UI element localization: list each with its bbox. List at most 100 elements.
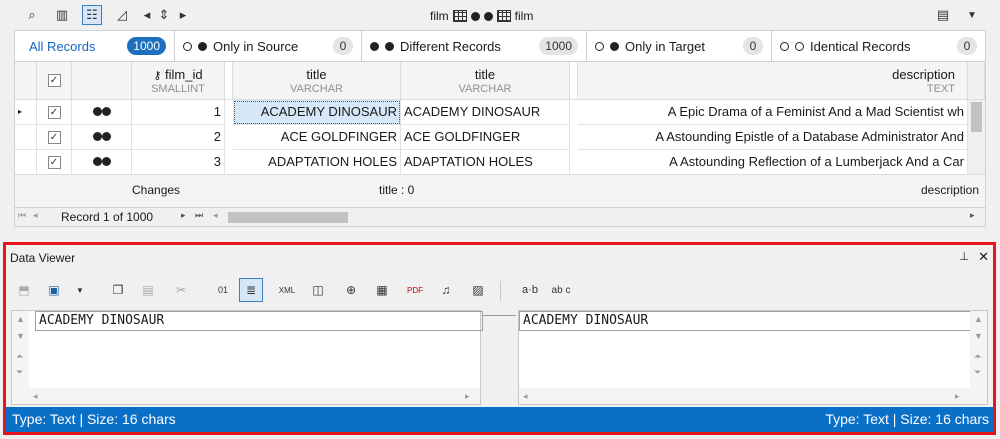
- tab-only-in-target[interactable]: Only in Target 0: [587, 31, 772, 61]
- source-value-text[interactable]: ACADEMY DINOSAUR: [35, 311, 483, 331]
- scroll-down-icon[interactable]: ▼: [16, 331, 25, 341]
- scroll-right-icon[interactable]: ▸: [970, 210, 975, 221]
- scroll-prev-diff-icon[interactable]: ⏶: [974, 351, 981, 362]
- cell-title-target[interactable]: ADAPTATION HOLES: [401, 150, 570, 175]
- source-table-name: film: [430, 9, 449, 23]
- scroll-left-icon[interactable]: ◂: [523, 391, 528, 402]
- cut-icon[interactable]: ✂: [169, 278, 193, 302]
- hollow-dot-icon: [780, 41, 789, 51]
- checkbox-icon[interactable]: ✓: [47, 106, 61, 120]
- filled-dot-icon: [92, 107, 102, 116]
- tab-all-records[interactable]: All Records 1000: [15, 31, 175, 61]
- cell-title-source[interactable]: ACADEMY DINOSAUR: [233, 100, 401, 125]
- close-icon[interactable]: ✕: [978, 249, 989, 265]
- next-record-icon[interactable]: ▸: [181, 210, 186, 221]
- cell-film-id[interactable]: 1: [132, 100, 225, 125]
- checkbox-icon[interactable]: ✓: [47, 74, 61, 87]
- pdf-view-icon[interactable]: PDF: [403, 278, 427, 302]
- scroll-next-diff-icon[interactable]: ⏷: [16, 367, 23, 378]
- rich-text-icon[interactable]: ▦: [370, 278, 394, 302]
- check-all-header[interactable]: ✓: [37, 62, 72, 100]
- vertical-scrollbar[interactable]: ▲ ▼ ⏶ ⏷: [12, 311, 29, 404]
- slash-box-icon[interactable]: ◿: [112, 5, 132, 25]
- text-format-icon[interactable]: ab c: [549, 278, 573, 302]
- filled-dot-icon: [101, 157, 111, 166]
- cell-title-target[interactable]: ACADEMY DINOSAUR: [401, 100, 570, 125]
- scroll-left-icon[interactable]: ◂: [213, 210, 218, 221]
- hollow-dot-icon: [183, 41, 192, 51]
- json-view-icon[interactable]: ◫: [306, 278, 330, 302]
- row-checkbox[interactable]: ✓: [37, 150, 72, 175]
- checkbox-icon[interactable]: ✓: [47, 131, 61, 145]
- target-value-text[interactable]: ACADEMY DINOSAUR: [519, 311, 971, 331]
- text-compare-icon[interactable]: ⌕: [22, 5, 42, 25]
- status-header: [72, 62, 132, 100]
- cell-description[interactable]: A Astounding Reflection of a Lumberjack …: [578, 150, 968, 175]
- column-header-film-id[interactable]: ⚷ film_id SMALLINT: [132, 62, 225, 100]
- column-header-title-source[interactable]: title VARCHAR: [233, 62, 401, 100]
- last-record-icon[interactable]: ⏭: [195, 210, 203, 221]
- scroll-down-icon[interactable]: ▼: [974, 331, 983, 341]
- scroll-up-icon[interactable]: ▲: [974, 314, 983, 324]
- open-file-icon[interactable]: ⬒: [12, 278, 36, 302]
- filter-tabs: All Records 1000 Only in Source 0 Differ…: [14, 30, 986, 62]
- vertical-scrollbar[interactable]: [968, 100, 985, 174]
- scroll-next-diff-icon[interactable]: ⏷: [974, 367, 981, 378]
- cell-title-source[interactable]: ADAPTATION HOLES: [233, 150, 401, 175]
- next-icon[interactable]: ▸: [173, 5, 193, 25]
- source-value-pane[interactable]: ▲ ▼ ⏶ ⏷ ACADEMY DINOSAUR ◂ ▸: [11, 310, 483, 405]
- tree-view-icon[interactable]: ☷: [82, 5, 102, 25]
- diff-status: [72, 150, 132, 175]
- row-checkbox[interactable]: ✓: [37, 100, 72, 125]
- save-dropdown-icon[interactable]: ▼: [68, 278, 92, 302]
- target-value-pane[interactable]: ACADEMY DINOSAUR ▲ ▼ ⏶ ⏷ ◂ ▸: [518, 310, 988, 405]
- scroll-up-icon[interactable]: ▲: [16, 314, 25, 324]
- filled-dot-icon: [92, 157, 102, 166]
- spatial-view-icon[interactable]: ♫: [434, 278, 458, 302]
- compare-title: film film: [430, 8, 570, 24]
- scroll-right-icon[interactable]: ▸: [955, 391, 960, 402]
- up-down-icon[interactable]: ⇕: [154, 5, 174, 25]
- summary-description: description: [921, 183, 980, 197]
- save-icon[interactable]: ▣: [42, 278, 66, 302]
- image-view-icon[interactable]: ▨: [466, 278, 490, 302]
- cell-description[interactable]: A Epic Drama of a Feminist And a Mad Sci…: [578, 100, 968, 125]
- pin-icon[interactable]: ⊥: [959, 250, 969, 263]
- prev-record-icon[interactable]: ◂: [33, 210, 38, 221]
- tab-label: Only in Target: [625, 38, 705, 54]
- tab-only-in-source[interactable]: Only in Source 0: [175, 31, 362, 61]
- column-header-description[interactable]: description TEXT: [578, 62, 968, 100]
- chevron-down-icon[interactable]: ▼: [962, 5, 982, 25]
- paste-icon[interactable]: ▤: [136, 278, 160, 302]
- layout-panel-icon[interactable]: ▥: [52, 5, 72, 25]
- count-badge: 0: [957, 37, 977, 55]
- horizontal-scrollbar[interactable]: ◂ ▸: [29, 388, 480, 404]
- cell-film-id[interactable]: 3: [132, 150, 225, 175]
- copy-icon[interactable]: ❐: [106, 278, 130, 302]
- horizontal-scrollbar[interactable]: ◂ ▸: [519, 388, 970, 404]
- text-view-icon[interactable]: ≣: [239, 278, 263, 302]
- checkbox-icon[interactable]: ✓: [47, 156, 61, 170]
- cell-title-target[interactable]: ACE GOLDFINGER: [401, 125, 570, 150]
- columns-icon[interactable]: ▤: [933, 5, 953, 25]
- first-record-icon[interactable]: ⏮: [18, 210, 26, 221]
- web-view-icon[interactable]: ⊕: [339, 278, 363, 302]
- row-checkbox[interactable]: ✓: [37, 125, 72, 150]
- hex-view-icon[interactable]: 01: [211, 278, 235, 302]
- horizontal-scrollbar-thumb[interactable]: [228, 212, 348, 223]
- scroll-prev-diff-icon[interactable]: ⏶: [16, 351, 23, 362]
- tab-different-records[interactable]: Different Records 1000: [362, 31, 587, 61]
- tab-identical-records[interactable]: Identical Records 0: [772, 31, 985, 61]
- scroll-left-icon[interactable]: ◂: [33, 391, 38, 402]
- cell-description[interactable]: A Astounding Epistle of a Database Admin…: [578, 125, 968, 150]
- cell-film-id[interactable]: 2: [132, 125, 225, 150]
- xml-view-icon[interactable]: XML: [275, 278, 299, 302]
- vertical-scrollbar[interactable]: ▲ ▼ ⏶ ⏷: [970, 311, 987, 404]
- scrollbar-thumb[interactable]: [971, 102, 982, 132]
- scroll-right-icon[interactable]: ▸: [465, 391, 470, 402]
- column-header-title-target[interactable]: title VARCHAR: [401, 62, 570, 100]
- word-wrap-icon[interactable]: a·b: [518, 278, 542, 302]
- row-indicator: [15, 125, 37, 150]
- cell-title-source[interactable]: ACE GOLDFINGER: [233, 125, 401, 150]
- diff-connector: [482, 315, 516, 316]
